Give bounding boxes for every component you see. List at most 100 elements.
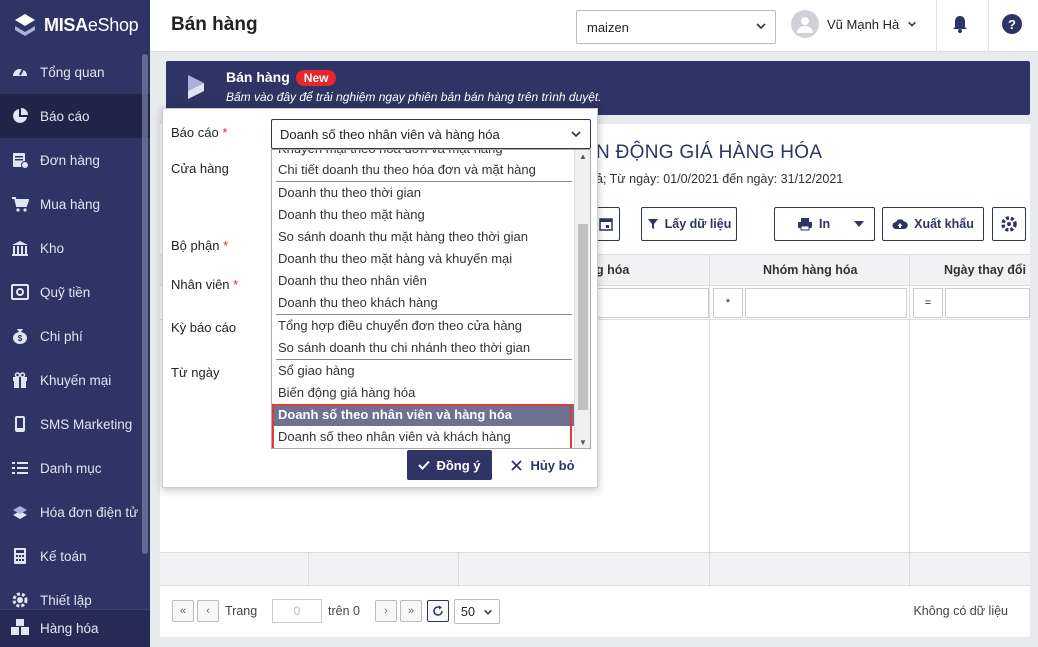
sidebar-item-cash[interactable]: Quỹ tiền [0, 270, 150, 314]
filter-icon [647, 219, 658, 229]
page-size-value: 50 [461, 604, 475, 619]
sidebar-item-expenses[interactable]: $ Chi phí [0, 314, 150, 358]
safe-icon [10, 282, 30, 302]
svg-text:$: $ [18, 334, 23, 343]
get-data-button[interactable]: Lấy dữ liệu [641, 207, 737, 241]
dropdown-option[interactable]: Doanh thu theo thời gian [272, 182, 574, 204]
dropdown-option[interactable]: Sổ giao hàng [272, 360, 574, 382]
store-select-value: maizen [587, 19, 629, 35]
first-page-button[interactable]: « [172, 600, 194, 622]
banner-subtitle: Bấm vào đây để trải nghiệm ngay phiên bả… [226, 90, 602, 104]
cancel-label: Hủy bỏ [530, 457, 575, 473]
staff-label: Nhân viên * [171, 277, 239, 292]
report-select[interactable]: Doanh số theo nhân viên và hàng hóa [271, 119, 591, 149]
dropdown-option[interactable]: Doanh thu theo mặt hàng và khuyến mại [272, 248, 574, 270]
report-title: N ĐỘNG GIÁ HÀNG HÓA [596, 142, 823, 163]
store-select[interactable]: maizen [576, 10, 776, 44]
scrollbar-thumb[interactable] [578, 224, 588, 410]
gear-icon [10, 590, 30, 610]
scroll-up-icon[interactable]: ▲ [579, 152, 587, 161]
gear-icon [1001, 216, 1017, 232]
export-button[interactable]: Xuất khẩu [882, 207, 984, 241]
filter-operator[interactable]: * [713, 288, 743, 318]
promo-banner[interactable]: Bán hàng New Bấm vào đây để trải nghiệm n… [166, 61, 1030, 115]
brand-logo[interactable]: MISAeShop [0, 0, 150, 50]
dropdown-option[interactable]: Doanh thu theo nhân viên [272, 270, 574, 292]
gift-icon [10, 370, 30, 390]
chevron-down-icon [571, 131, 581, 138]
filter-input[interactable] [945, 288, 1030, 318]
sidebar-item-accounting[interactable]: Kế toán [0, 534, 150, 578]
dropdown-option[interactable]: Tổng hợp điều chuyển đơn theo cửa hàng [272, 315, 574, 337]
help-icon[interactable]: ? [1002, 14, 1022, 34]
ok-button[interactable]: Đồng ý [407, 450, 492, 480]
sidebar-item-promotions[interactable]: Khuyến mại [0, 358, 150, 402]
chevron-down-icon [756, 23, 766, 30]
sidebar-item-orders[interactable]: Đơn hàng [0, 138, 150, 182]
dropdown-option[interactable]: Doanh thu theo khách hàng [272, 292, 574, 314]
print-label: In [819, 217, 831, 231]
sidebar-item-catalog[interactable]: Danh mục [0, 446, 150, 490]
chevron-down-icon [484, 609, 492, 615]
sidebar-item-reports[interactable]: Báo cáo [0, 94, 150, 138]
dropdown-option[interactable]: Doanh thu theo mặt hàng [272, 204, 574, 226]
sidebar-item-label: Hóa đơn điện tử [40, 504, 139, 520]
prev-page-button[interactable]: ‹ [197, 600, 219, 622]
sidebar-item-label: Thiết lập [40, 592, 92, 608]
page-size-select[interactable]: 50 [454, 599, 500, 624]
refresh-icon [433, 605, 443, 616]
dropdown-option[interactable]: So sánh doanh thu mặt hàng theo thời gia… [272, 226, 574, 248]
column-header[interactable]: g hóa [596, 263, 629, 277]
filter-input[interactable] [745, 288, 907, 318]
sidebar-item-label: Báo cáo [40, 108, 90, 124]
page-input[interactable]: 0 [272, 599, 322, 623]
sidebar-scrollbar[interactable] [142, 54, 148, 554]
column-header[interactable]: Ngày thay đổi [944, 263, 1026, 277]
sidebar-item-label: Hàng hóa [40, 621, 99, 636]
dropdown-option[interactable]: Biến động giá hàng hóa [272, 382, 574, 404]
divider [988, 0, 989, 52]
print-button[interactable]: In [774, 207, 875, 241]
cancel-button[interactable]: Hủy bỏ [505, 450, 581, 480]
sidebar-item-warehouse[interactable]: Kho [0, 226, 150, 270]
pie-chart-icon [10, 106, 30, 126]
report-select-value: Doanh số theo nhân viên và hàng hóa [280, 126, 500, 142]
filter-input[interactable] [591, 288, 709, 318]
settings-button[interactable] [992, 207, 1026, 241]
banner-title: Bán hàng New [226, 69, 337, 86]
sidebar-item-purchase[interactable]: Mua hàng [0, 182, 150, 226]
report-parameters-dialog: Báo cáo * Cửa hàng Bộ phận * Nhân viên *… [162, 108, 598, 488]
last-page-button[interactable]: » [400, 600, 422, 622]
sidebar-item-einvoice[interactable]: Hóa đơn điện tử [0, 490, 150, 534]
sidebar-item-label: Kho [40, 240, 65, 256]
report-label: Báo cáo * [171, 125, 228, 140]
caret-down-icon[interactable] [854, 221, 864, 227]
sidebar-item-label: Danh mục [40, 460, 102, 476]
refresh-button[interactable] [427, 600, 449, 622]
column-divider [709, 254, 710, 586]
filter-operator[interactable]: = [913, 288, 943, 318]
column-header[interactable]: Nhóm hàng hóa [763, 263, 857, 277]
dropdown-option[interactable]: Chi tiết doanh thu theo hóa đơn và mặt h… [272, 159, 574, 181]
phone-icon [10, 414, 30, 434]
sidebar-item-label: SMS Marketing [40, 416, 133, 432]
divider [936, 0, 937, 52]
column-divider [909, 254, 910, 586]
next-page-button[interactable]: › [375, 600, 397, 622]
invoice-icon [10, 502, 30, 522]
sidebar-item-sms[interactable]: SMS Marketing [0, 402, 150, 446]
dropdown-scrollbar[interactable]: ▲ ▼ [574, 150, 590, 448]
brand-name: MISAeShop [44, 14, 139, 35]
dropdown-option[interactable]: So sánh doanh thu chi nhánh theo thời gi… [272, 337, 574, 359]
misa-logo-icon [188, 75, 204, 99]
user-name: Vũ Mạnh Hà [827, 16, 900, 32]
bell-icon[interactable] [951, 14, 969, 37]
user-menu[interactable]: Vũ Mạnh Hà [791, 10, 917, 38]
sidebar-item-overview[interactable]: Tổng quan [0, 50, 150, 94]
scroll-down-icon[interactable]: ▼ [579, 438, 587, 447]
report-dropdown-list[interactable]: Khuyến mại theo hóa đơn và mặt hàng Chi … [271, 149, 591, 449]
misa-logo-icon [15, 14, 35, 36]
empty-state-text: Không có dữ liệu [913, 604, 1008, 618]
sidebar-item-goods[interactable]: Hàng hóa [0, 609, 150, 647]
top-bar: Bán hàng maizen Vũ Mạnh Hà ? [150, 0, 1038, 52]
